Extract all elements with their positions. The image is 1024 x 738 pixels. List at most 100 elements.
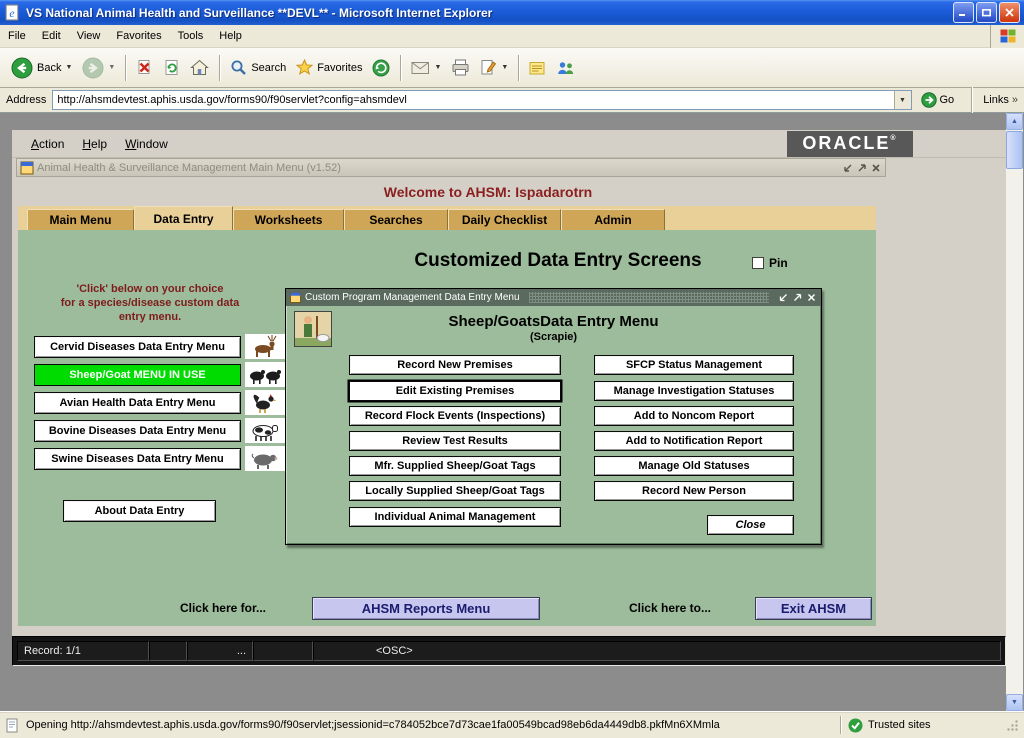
back-button[interactable]: Back ▼ bbox=[6, 54, 77, 82]
menu-file[interactable]: File bbox=[0, 26, 34, 46]
edit-button[interactable]: ▼ bbox=[475, 56, 513, 79]
minimize-icon bbox=[958, 8, 969, 17]
dialog-subheading: (Scrapie) bbox=[286, 331, 821, 343]
mdi-restore-down-icon[interactable] bbox=[842, 162, 854, 174]
address-input[interactable] bbox=[52, 90, 911, 110]
oracle-logo: ORACLE® bbox=[787, 131, 913, 157]
security-zone: Trusted sites bbox=[848, 718, 1000, 733]
tab-data-entry[interactable]: Data Entry bbox=[134, 206, 233, 230]
manage-investigation-statuses-button[interactable]: Manage Investigation Statuses bbox=[594, 381, 794, 401]
refresh-icon bbox=[163, 59, 180, 76]
dialog-close-button[interactable]: Close bbox=[707, 515, 794, 535]
back-icon bbox=[11, 57, 33, 79]
toolbar-separator bbox=[219, 55, 220, 81]
tab-worksheets[interactable]: Worksheets bbox=[233, 209, 344, 230]
record-new-person-button[interactable]: Record New Person bbox=[594, 481, 794, 501]
mdi-close-icon[interactable] bbox=[870, 162, 882, 174]
dialog-close-icon[interactable] bbox=[806, 292, 817, 303]
links-button[interactable]: Links » bbox=[983, 94, 1020, 106]
search-button[interactable]: Search bbox=[225, 56, 291, 79]
status-dots: ... bbox=[187, 641, 253, 661]
avian-menu-button[interactable]: Avian Health Data Entry Menu bbox=[34, 392, 241, 414]
favorites-star-icon bbox=[296, 59, 313, 76]
menu-favorites[interactable]: Favorites bbox=[108, 26, 169, 46]
vertical-scrollbar[interactable]: ▲ ▼ bbox=[1006, 113, 1023, 711]
scroll-up-button[interactable]: ▲ bbox=[1006, 113, 1023, 130]
minimize-button[interactable] bbox=[953, 2, 974, 23]
mfr-supplied-tags-button[interactable]: Mfr. Supplied Sheep/Goat Tags bbox=[349, 456, 561, 476]
window-title: VS National Animal Health and Surveillan… bbox=[26, 6, 953, 20]
address-dropdown-button[interactable]: ▼ bbox=[894, 91, 911, 109]
oracle-menu-window[interactable]: Window bbox=[116, 134, 177, 154]
forward-dropdown-caret[interactable]: ▼ bbox=[108, 64, 115, 71]
restore-button[interactable] bbox=[976, 2, 997, 23]
record-flock-events-button[interactable]: Record Flock Events (Inspections) bbox=[349, 406, 561, 426]
individual-animal-management-button[interactable]: Individual Animal Management bbox=[349, 507, 561, 527]
oracle-logo-reg: ® bbox=[890, 134, 897, 144]
oracle-menu-help[interactable]: Help bbox=[73, 134, 116, 154]
scroll-down-button[interactable]: ▼ bbox=[1006, 694, 1023, 711]
mail-button[interactable]: ▼ bbox=[406, 57, 446, 78]
edit-existing-premises-button[interactable]: Edit Existing Premises bbox=[349, 381, 561, 401]
swine-menu-button[interactable]: Swine Diseases Data Entry Menu bbox=[34, 448, 241, 470]
cow-icon bbox=[245, 418, 285, 443]
edit-dropdown-caret[interactable]: ▼ bbox=[501, 64, 508, 71]
dialog-titlebar-pattern bbox=[529, 292, 769, 303]
close-button[interactable] bbox=[999, 2, 1020, 23]
menu-tools[interactable]: Tools bbox=[170, 26, 212, 46]
dialog-titlebar[interactable]: Custom Program Management Data Entry Men… bbox=[286, 289, 821, 306]
go-icon bbox=[921, 92, 937, 108]
osc-indicator: <OSC> bbox=[313, 641, 1001, 661]
stop-button[interactable] bbox=[131, 56, 158, 79]
ahsm-reports-menu-button[interactable]: AHSM Reports Menu bbox=[312, 597, 540, 620]
locally-supplied-tags-button[interactable]: Locally Supplied Sheep/Goat Tags bbox=[349, 481, 561, 501]
sheep-goat-menu-button[interactable]: Sheep/Goat MENU IN USE bbox=[34, 364, 241, 386]
print-button[interactable] bbox=[446, 56, 475, 79]
favorites-button[interactable]: Favorites bbox=[291, 56, 367, 79]
oracle-status-bar: Record: 1/1 ... <OSC> bbox=[12, 636, 1006, 666]
menu-view[interactable]: View bbox=[69, 26, 109, 46]
forward-button[interactable]: ▼ bbox=[77, 54, 120, 82]
menu-edit[interactable]: Edit bbox=[34, 26, 69, 46]
home-button[interactable] bbox=[185, 56, 214, 79]
pin-checkbox[interactable] bbox=[752, 257, 764, 269]
tab-admin[interactable]: Admin bbox=[561, 209, 665, 230]
history-button[interactable] bbox=[367, 56, 395, 80]
tab-main-menu[interactable]: Main Menu bbox=[27, 209, 134, 230]
back-dropdown-caret[interactable]: ▼ bbox=[65, 64, 72, 71]
record-new-premises-button[interactable]: Record New Premises bbox=[349, 355, 561, 375]
messenger-button[interactable] bbox=[551, 57, 580, 79]
menu-help[interactable]: Help bbox=[211, 26, 250, 46]
refresh-button[interactable] bbox=[158, 56, 185, 79]
go-button[interactable]: Go bbox=[918, 91, 961, 109]
about-data-entry-button[interactable]: About Data Entry bbox=[63, 500, 216, 522]
address-bar: Address ▼ Go Links » bbox=[0, 88, 1024, 113]
bovine-menu-button[interactable]: Bovine Diseases Data Entry Menu bbox=[34, 420, 241, 442]
instruction-line-1: 'Click' below on your choice bbox=[30, 282, 270, 296]
add-to-notification-report-button[interactable]: Add to Notification Report bbox=[594, 431, 794, 451]
cervid-menu-button[interactable]: Cervid Diseases Data Entry Menu bbox=[34, 336, 241, 358]
mdi-window-icon[interactable] bbox=[20, 161, 34, 175]
mdi-maximize-icon[interactable] bbox=[856, 162, 868, 174]
review-test-results-button[interactable]: Review Test Results bbox=[349, 431, 561, 451]
ie-app-icon[interactable]: e bbox=[4, 4, 21, 21]
exit-ahsm-button[interactable]: Exit AHSM bbox=[755, 597, 872, 620]
add-to-noncom-report-button[interactable]: Add to Noncom Report bbox=[594, 406, 794, 426]
canvas-row: Customized Data Entry Screens Pin 'Click… bbox=[12, 230, 1006, 626]
tab-daily-checklist[interactable]: Daily Checklist bbox=[448, 209, 561, 230]
sheep-icon bbox=[245, 362, 285, 387]
back-label: Back bbox=[37, 62, 61, 74]
resize-grip[interactable] bbox=[1006, 719, 1019, 732]
discuss-button[interactable] bbox=[524, 57, 551, 79]
dialog-restore-down-icon[interactable] bbox=[778, 292, 789, 303]
oracle-menu-action[interactable]: Action bbox=[22, 134, 73, 154]
pin-label: Pin bbox=[769, 256, 788, 270]
manage-old-statuses-button[interactable]: Manage Old Statuses bbox=[594, 456, 794, 476]
mdi-titlebar[interactable]: Animal Health & Surveillance Management … bbox=[16, 158, 886, 177]
mail-dropdown-caret[interactable]: ▼ bbox=[434, 64, 441, 71]
svg-text:e: e bbox=[9, 7, 14, 20]
tab-searches[interactable]: Searches bbox=[344, 209, 448, 230]
dialog-maximize-icon[interactable] bbox=[792, 292, 803, 303]
sfcp-status-management-button[interactable]: SFCP Status Management bbox=[594, 355, 794, 375]
scrollbar-thumb[interactable] bbox=[1006, 131, 1023, 169]
